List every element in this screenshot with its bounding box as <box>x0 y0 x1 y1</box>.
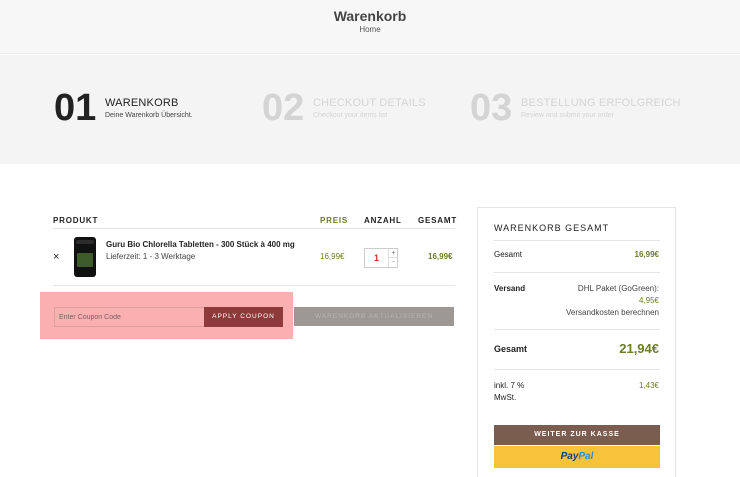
column-header-quantity: ANZAHL <box>364 216 402 225</box>
apply-coupon-button[interactable]: APPLY COUPON <box>204 307 283 327</box>
delivery-time: Lieferzeit: 1 - 3 Werktage <box>106 252 196 261</box>
step-number: 02 <box>262 87 305 129</box>
quantity-input[interactable]: 1 <box>365 249 389 267</box>
coupon-code-input[interactable] <box>54 307 205 327</box>
shipping-method: DHL Paket (GoGreen): <box>577 284 659 293</box>
totals-divider <box>494 272 660 273</box>
column-header-price: PREIS <box>320 216 349 225</box>
step-number: 03 <box>470 87 513 129</box>
product-thumbnail[interactable] <box>74 237 96 277</box>
page-title: Warenkorb <box>333 8 407 24</box>
cart-totals-panel: WARENKORB GESAMT Gesamt 16,99€ Versand D… <box>477 207 676 477</box>
update-cart-button[interactable]: WARENKORB AKTUALISIEREN <box>294 307 454 326</box>
total-label: Gesamt <box>494 344 528 354</box>
proceed-to-checkout-button[interactable]: WEITER ZUR KASSE <box>494 425 660 445</box>
step-number: 01 <box>54 87 97 129</box>
column-header-product: PRODUKT <box>53 216 99 225</box>
step-title: CHECKOUT DETAILS <box>313 97 426 109</box>
order-total: 21,94€ <box>619 341 659 356</box>
step-subtitle: Checkout your items list <box>313 112 388 119</box>
step-subtitle: Review and submit your order <box>521 112 614 119</box>
paypal-logo-pay: Pay <box>560 451 579 462</box>
remove-item-icon[interactable]: × <box>53 251 59 263</box>
shipping-label: Versand <box>494 284 526 293</box>
product-price: 16,99€ <box>320 252 345 261</box>
row-divider <box>53 285 455 286</box>
column-header-total: GESAMT <box>418 216 458 225</box>
totals-divider <box>494 329 660 330</box>
product-subtotal: 16,99€ <box>428 252 453 261</box>
tax-value: 1,43€ <box>638 381 659 390</box>
totals-divider <box>494 369 660 370</box>
shipping-cost: 4,95€ <box>638 296 659 305</box>
breadcrumb-home[interactable]: Home <box>0 25 740 34</box>
subtotal-label: Gesamt <box>494 250 523 259</box>
subtotal-value: 16,99€ <box>634 250 659 259</box>
cart-totals-title: WARENKORB GESAMT <box>494 223 610 233</box>
quantity-stepper[interactable]: 1 + - <box>364 248 398 268</box>
product-name-link[interactable]: Guru Bio Chlorella Tabletten - 300 Stück… <box>106 240 295 249</box>
checkout-steps: 01 WARENKORB Deine Warenkorb Übersicht. … <box>0 55 740 164</box>
step-title: WARENKORB <box>105 97 179 109</box>
paypal-checkout-button[interactable]: PayPal <box>494 446 660 468</box>
page-header: Warenkorb Home <box>0 0 740 54</box>
calculate-shipping-link[interactable]: Versandkosten berechnen <box>566 308 659 317</box>
tax-label-line2: MwSt. <box>494 393 517 402</box>
quantity-increase-icon[interactable]: + <box>389 249 398 258</box>
paypal-logo-pal: Pal <box>578 451 594 462</box>
totals-divider <box>494 240 660 241</box>
tax-label-line1: inkl. 7 % <box>494 381 525 390</box>
step-subtitle: Deine Warenkorb Übersicht. <box>105 112 193 119</box>
table-header-divider <box>53 228 455 229</box>
step-title: BESTELLUNG ERFOLGREICH <box>521 97 681 109</box>
quantity-decrease-icon[interactable]: - <box>389 258 398 267</box>
